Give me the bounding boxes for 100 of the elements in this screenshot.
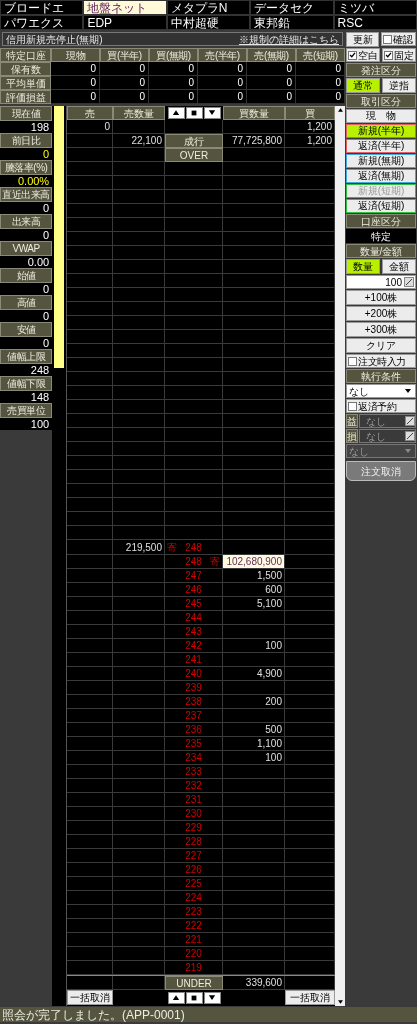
stop-square-button[interactable] xyxy=(185,992,203,1004)
checkbox[interactable] xyxy=(348,50,357,60)
price: 241 xyxy=(185,653,202,667)
quantity-step-button[interactable]: +100株 xyxy=(346,290,416,305)
column-header: 現物 xyxy=(51,48,100,62)
table-cell xyxy=(67,905,113,919)
checkbox[interactable] xyxy=(383,34,392,44)
section-header: 口座区分 xyxy=(346,214,416,228)
cancel-all-button[interactable]: 一括取消 xyxy=(285,990,335,1005)
stock-tab[interactable]: ミツバ xyxy=(333,0,417,15)
field-label: 益 xyxy=(346,414,358,428)
table-cell: 0 xyxy=(100,76,149,90)
quantity-field[interactable]: 100 xyxy=(346,275,416,289)
refresh-button[interactable]: 更新 xyxy=(346,32,379,47)
condition-select[interactable]: なし xyxy=(346,384,416,398)
price: 232 xyxy=(185,779,202,793)
table-cell: 0 xyxy=(198,90,247,104)
table-cell: 0 xyxy=(51,76,100,90)
column-header: 買(無期) xyxy=(149,48,198,62)
stock-tab[interactable]: 地盤ネット xyxy=(83,0,167,15)
table-cell xyxy=(67,583,113,597)
table-cell xyxy=(67,835,113,849)
quantity-mode-toggle[interactable]: 数量 xyxy=(346,259,380,274)
table-cell: 0 xyxy=(296,76,345,90)
table-cell: 100 xyxy=(223,751,285,765)
down-triangle-button[interactable] xyxy=(203,992,221,1004)
table-cell xyxy=(67,863,113,877)
trade-type-button[interactable]: 返済(短期) xyxy=(346,199,416,213)
row-header: 保有数 xyxy=(0,62,51,76)
down-triangle-icon xyxy=(208,994,216,1002)
order-type-toggle[interactable]: 逆指 xyxy=(382,78,416,93)
stock-tab[interactable]: 東邦鉛 xyxy=(250,15,334,30)
up-triangle-button[interactable] xyxy=(167,107,185,119)
stock-tab[interactable]: RSC xyxy=(333,15,417,30)
stock-tab[interactable]: ブロードエ xyxy=(0,0,84,15)
quantity-step-button[interactable]: +300株 xyxy=(346,322,416,337)
row-header: 平均単価 xyxy=(0,76,51,90)
table-cell: 0 xyxy=(247,62,296,76)
table-cell xyxy=(67,569,113,583)
price: 233 xyxy=(185,765,202,779)
stat-label: 騰落率(%) xyxy=(0,160,53,175)
table-cell xyxy=(67,737,113,751)
price: 239 xyxy=(185,681,202,695)
up-triangle-button[interactable] xyxy=(167,992,185,1004)
down-triangle-icon xyxy=(208,109,216,117)
down-triangle-button[interactable] xyxy=(203,107,221,119)
regulation-link[interactable]: ※規制の詳細はこちら xyxy=(239,31,339,47)
down-arrow-icon xyxy=(337,1000,343,1004)
cancel-all-button[interactable]: 一括取消 xyxy=(67,990,113,1005)
stat-value: 148 xyxy=(30,391,50,403)
stat-value: 248 xyxy=(30,364,50,376)
stock-tab[interactable]: メタプラN xyxy=(166,0,251,15)
column-header: 売(半年) xyxy=(198,48,247,62)
price: 226 xyxy=(185,863,202,877)
trade-type-button[interactable]: 返済(半年) xyxy=(346,139,416,153)
table-cell xyxy=(67,695,113,709)
stock-tab[interactable]: パワエクス xyxy=(0,15,84,30)
quantity-mode-toggle[interactable]: 金額 xyxy=(382,259,416,274)
table-cell: 0 xyxy=(247,76,296,90)
price: 236 xyxy=(185,723,202,737)
table-cell xyxy=(67,148,113,162)
status-bar: 照会が完了しました。(APP-0001) xyxy=(0,1007,417,1022)
stock-tab[interactable]: 中村超硬 xyxy=(166,15,251,30)
stock-tab[interactable]: データセク xyxy=(250,0,334,15)
checkbox[interactable] xyxy=(348,356,357,366)
stat-label: 安値 xyxy=(0,322,53,337)
quantity-step-button[interactable]: クリア xyxy=(346,338,416,353)
table-cell: 339,600 xyxy=(223,976,285,990)
price: 219 xyxy=(185,961,202,975)
checkbox[interactable] xyxy=(384,50,393,60)
table-cell xyxy=(67,134,113,148)
trade-type-button[interactable]: 新規(無期) xyxy=(346,154,416,168)
quantity-step-button[interactable]: +200株 xyxy=(346,306,416,321)
table-cell: 5,100 xyxy=(223,597,285,611)
table-cell: 0 xyxy=(149,90,198,104)
table-cell xyxy=(67,919,113,933)
up-triangle-icon xyxy=(172,994,180,1002)
price: 231 xyxy=(185,793,202,807)
trade-type-button[interactable]: 新規(半年) xyxy=(346,124,416,138)
table-cell: 1,100 xyxy=(223,737,285,751)
table-cell xyxy=(67,807,113,821)
cancel-order-button[interactable]: 注文取消 xyxy=(346,461,416,481)
section-header: 取引区分 xyxy=(346,94,416,108)
stock-tab[interactable]: EDP xyxy=(83,15,167,30)
trade-type-button[interactable]: 現 物 xyxy=(346,109,416,123)
table-cell xyxy=(67,555,113,569)
stat-label: 直近出来高 xyxy=(0,187,53,202)
table-header: 特定口座 xyxy=(0,48,51,62)
scrollbar[interactable] xyxy=(335,106,345,1006)
stat-value: 100 xyxy=(30,418,50,430)
price: 237 xyxy=(185,709,202,723)
column-header: 買 xyxy=(285,106,335,120)
table-cell: 77,725,800 xyxy=(223,134,285,148)
order-type-toggle[interactable]: 通常 xyxy=(346,78,380,93)
price: 230 xyxy=(185,807,202,821)
table-cell xyxy=(67,723,113,737)
stat-value: 0 xyxy=(43,337,50,349)
stop-square-button[interactable] xyxy=(185,107,203,119)
trade-type-button[interactable]: 返済(無期) xyxy=(346,169,416,183)
checkbox[interactable] xyxy=(348,401,357,411)
